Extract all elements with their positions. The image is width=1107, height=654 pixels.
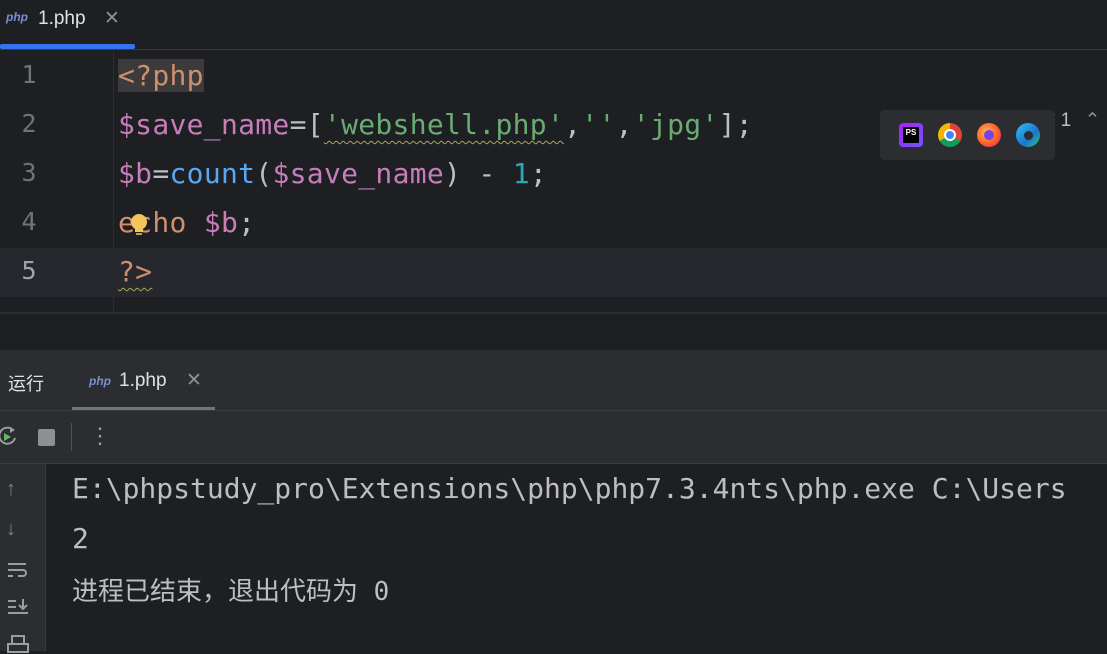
- run-tool-window-title: 运行: [8, 374, 44, 394]
- code-token: $save_name: [118, 108, 290, 141]
- arrow-up-icon[interactable]: ↑: [6, 478, 16, 501]
- close-icon[interactable]: ✕: [186, 369, 202, 392]
- phpstorm-icon[interactable]: PS: [899, 123, 923, 147]
- run-toolbar: ⋮: [0, 411, 1107, 464]
- code-token: ;: [529, 157, 548, 190]
- editor-tab-label: 1.php: [38, 8, 86, 29]
- code-token: ,: [615, 108, 633, 141]
- active-tab-indicator: [0, 44, 135, 49]
- chrome-icon[interactable]: [938, 123, 962, 147]
- console-output[interactable]: E:\phpstudy_pro\Extensions\php\php7.3.4n…: [46, 464, 1107, 651]
- lightbulb-icon[interactable]: [128, 212, 150, 238]
- editor-tab-bar: php 1.php ✕: [0, 0, 1107, 50]
- line-number: 1: [21, 60, 37, 89]
- toolbar-separator: [71, 423, 72, 451]
- code-token: 'webshell.php': [323, 108, 565, 141]
- php-close-tag: ?>: [118, 255, 153, 288]
- soft-wrap-icon[interactable]: [6, 560, 30, 580]
- code-token: ) -: [444, 157, 513, 190]
- code-token: ;: [238, 206, 256, 239]
- rerun-icon[interactable]: [0, 424, 20, 448]
- code-token: count: [169, 157, 256, 190]
- code-editor[interactable]: 1 <?php 2 $save_name=['webshell.php','',…: [0, 50, 1107, 312]
- code-token: '': [581, 108, 616, 141]
- close-icon[interactable]: ✕: [104, 7, 120, 30]
- code-line[interactable]: 1 <?php: [0, 52, 1107, 101]
- line-number: 2: [21, 109, 37, 138]
- chevron-up-icon[interactable]: ⌃: [1084, 110, 1100, 131]
- print-icon[interactable]: [6, 634, 30, 654]
- editor-tab-1php[interactable]: php 1.php ✕: [0, 0, 135, 49]
- editor-bottom-area: [0, 314, 1107, 350]
- run-tool-window-header: 运行 php 1.php ✕: [0, 350, 1107, 411]
- run-tab-1php[interactable]: php 1.php ✕: [72, 350, 215, 410]
- weak-warning-count: 1: [1060, 110, 1072, 131]
- code-line-current[interactable]: 5 ?>: [0, 248, 1107, 297]
- arrow-down-icon[interactable]: ↓: [6, 518, 16, 541]
- edge-icon[interactable]: [1016, 123, 1040, 147]
- console-side-toolbar: ↑ ↓: [0, 464, 46, 654]
- code-token: (: [255, 157, 273, 190]
- code-token: $b: [203, 206, 239, 239]
- scroll-to-end-icon[interactable]: [6, 597, 30, 617]
- code-token: ,: [564, 108, 582, 141]
- php-file-icon: php: [6, 10, 28, 24]
- stop-icon[interactable]: [38, 429, 55, 446]
- code-token: $b: [118, 157, 153, 190]
- code-line[interactable]: 4 echo $b;: [0, 199, 1107, 248]
- code-token: =[: [289, 108, 324, 141]
- firefox-icon[interactable]: [977, 123, 1001, 147]
- active-tab-indicator: [72, 407, 215, 410]
- code-token: ];: [718, 108, 753, 141]
- code-token: 1: [512, 157, 530, 190]
- line-number: 4: [21, 207, 37, 236]
- console-line: 进程已结束，退出代码为 0: [72, 577, 390, 607]
- more-options-icon[interactable]: ⋮: [89, 423, 111, 449]
- code-token: =: [152, 157, 170, 190]
- run-tab-label: 1.php: [119, 370, 167, 391]
- browser-popup: PS: [880, 110, 1055, 160]
- console-line: 2: [72, 522, 89, 555]
- line-number: 5: [21, 256, 37, 285]
- code-token: $save_name: [272, 157, 445, 190]
- line-number: 3: [21, 158, 37, 187]
- php-open-tag: <?php: [118, 59, 204, 92]
- console-line: E:\phpstudy_pro\Extensions\php\php7.3.4n…: [72, 472, 1067, 505]
- code-token: 'jpg': [632, 108, 719, 141]
- php-file-icon: php: [89, 374, 111, 388]
